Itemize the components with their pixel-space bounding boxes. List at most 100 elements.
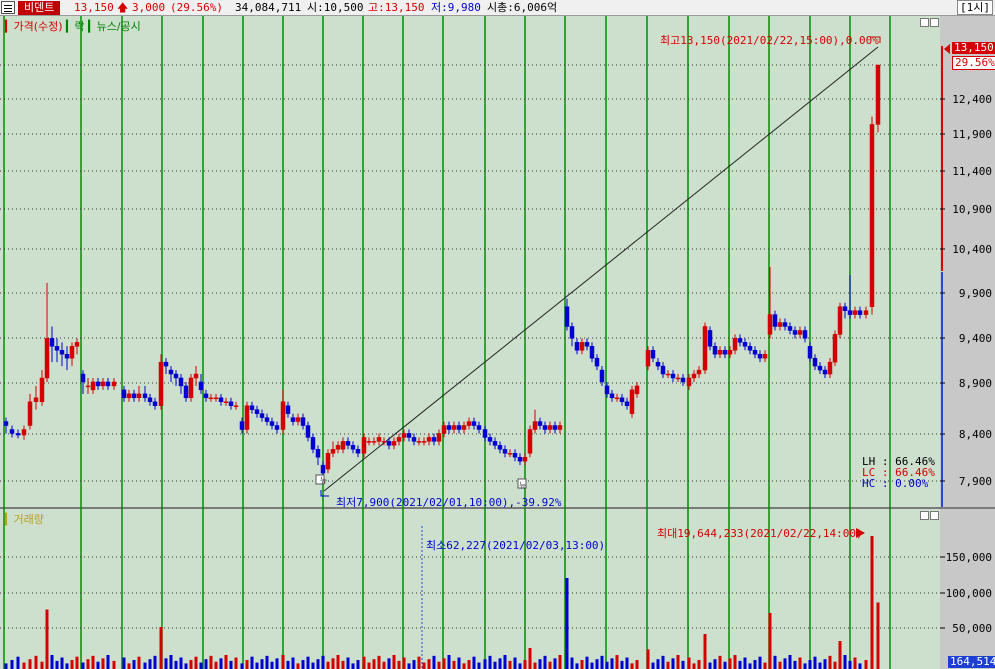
volume-bar xyxy=(738,660,742,669)
change-percent: (29.56%) xyxy=(170,1,223,14)
volume-bar xyxy=(477,662,481,669)
volume-bar xyxy=(219,658,223,669)
chart-canvas[interactable]: 12,400 11,900 11,400 10,900 10,400 9,900 9,400… xyxy=(0,16,995,669)
volume-bar xyxy=(876,602,880,669)
volume-bar xyxy=(503,655,507,669)
volume-bar xyxy=(245,660,249,669)
volume-bar xyxy=(838,641,842,669)
volume-bar xyxy=(356,660,360,669)
volume-bar xyxy=(808,660,812,669)
volume-tick-label: 150,000 xyxy=(946,551,992,564)
volume-bar xyxy=(45,609,49,669)
period-selector[interactable]: [1시] xyxy=(957,0,993,15)
price-tick-label: 9,900 xyxy=(959,287,992,300)
volume-bar xyxy=(255,662,259,669)
volume-bar xyxy=(625,657,629,669)
volume-tick-label: 100,000 xyxy=(946,587,992,600)
volume-bar xyxy=(483,659,487,669)
volume-bar xyxy=(595,659,599,669)
volume-bar xyxy=(265,655,269,669)
volume-bar xyxy=(432,655,436,669)
volume-bar xyxy=(813,656,817,669)
volume-bar xyxy=(590,662,594,669)
volume-bar xyxy=(853,657,857,669)
volume-bar xyxy=(422,662,426,669)
volume-bar xyxy=(575,663,579,669)
current-percent-tag: 29.56% xyxy=(952,56,995,70)
volume-bar xyxy=(55,660,59,669)
volume-bar xyxy=(286,660,290,669)
volume-bar xyxy=(281,655,285,669)
price-tick-label: 11,900 xyxy=(952,128,992,141)
volume-bar xyxy=(758,656,762,669)
volume-bar xyxy=(214,661,218,669)
volume-bar xyxy=(788,655,792,669)
price-pane-title: ▎가격(수정) ▎락 ▎뉴스/공시 xyxy=(5,20,141,33)
volume-bar xyxy=(106,655,110,669)
volume-bar xyxy=(518,663,522,669)
volume-bar xyxy=(331,658,335,669)
volume-bar xyxy=(580,660,584,669)
volume-bar xyxy=(676,655,680,669)
volume-bar xyxy=(291,657,295,669)
volume-bar xyxy=(498,658,502,669)
volume-tick-label: 50,000 xyxy=(952,622,992,635)
max-volume-annotation: 최대19,644,233(2021/02/22,14:00) xyxy=(657,527,863,540)
volume-bar xyxy=(137,656,141,669)
volume-bar xyxy=(250,656,254,669)
volume-bar xyxy=(164,658,168,669)
volume-bar xyxy=(472,656,476,669)
volume-bar xyxy=(858,663,862,669)
volume-bar xyxy=(127,663,131,669)
volume-bar xyxy=(362,656,366,669)
menu-icon[interactable] xyxy=(1,1,15,14)
volume-bar xyxy=(174,660,178,669)
volume-bar xyxy=(159,627,163,669)
volume-bar xyxy=(101,658,105,669)
price-tick-label: 12,400 xyxy=(952,93,992,106)
volume-bar xyxy=(417,656,421,669)
volume-bar xyxy=(311,662,315,669)
candle xyxy=(875,64,881,133)
volume-bar xyxy=(341,660,345,669)
volume-bar xyxy=(692,663,696,669)
stock-name[interactable]: 비덴트 xyxy=(18,1,61,15)
volume-bar xyxy=(666,661,670,669)
volume-pane-close-icon[interactable] xyxy=(930,511,939,520)
max-volume-arrow-icon xyxy=(856,528,865,538)
volume-bar xyxy=(234,657,238,669)
volume-bar xyxy=(377,655,381,669)
volume-bar xyxy=(132,660,136,669)
volume-bar xyxy=(437,661,441,669)
volume-bar xyxy=(153,655,157,669)
pane-minimize-icon[interactable] xyxy=(920,18,929,27)
volume-bar xyxy=(843,655,847,669)
price-tick-label: 9,400 xyxy=(959,332,992,345)
candle xyxy=(629,385,635,418)
volume-bar xyxy=(351,663,355,669)
volume-bar xyxy=(558,655,562,669)
volume-bar xyxy=(306,656,310,669)
volume-bar xyxy=(538,659,542,669)
volume-bar xyxy=(508,660,512,669)
volume-bar xyxy=(533,662,537,669)
volume-bar xyxy=(488,655,492,669)
volume-bar xyxy=(382,661,386,669)
news-icon: 뉴 xyxy=(519,481,527,490)
volume-bar xyxy=(733,655,737,669)
price-pane-bg xyxy=(0,16,940,507)
volume-bar xyxy=(803,663,807,669)
volume-bar xyxy=(427,659,431,669)
volume-pane-minimize-icon[interactable] xyxy=(920,511,929,520)
volume-bar xyxy=(708,662,712,669)
volume-bar xyxy=(620,660,624,669)
volume-bar xyxy=(600,655,604,669)
volume-bar xyxy=(610,658,614,669)
price-tick-label: 10,400 xyxy=(952,243,992,256)
volume-bar xyxy=(28,659,32,669)
pane-close-icon[interactable] xyxy=(930,18,939,27)
price-change: 3,000 xyxy=(132,1,166,14)
volume-bar xyxy=(346,657,350,669)
volume-bar xyxy=(605,661,609,669)
volume-bar xyxy=(184,663,188,669)
